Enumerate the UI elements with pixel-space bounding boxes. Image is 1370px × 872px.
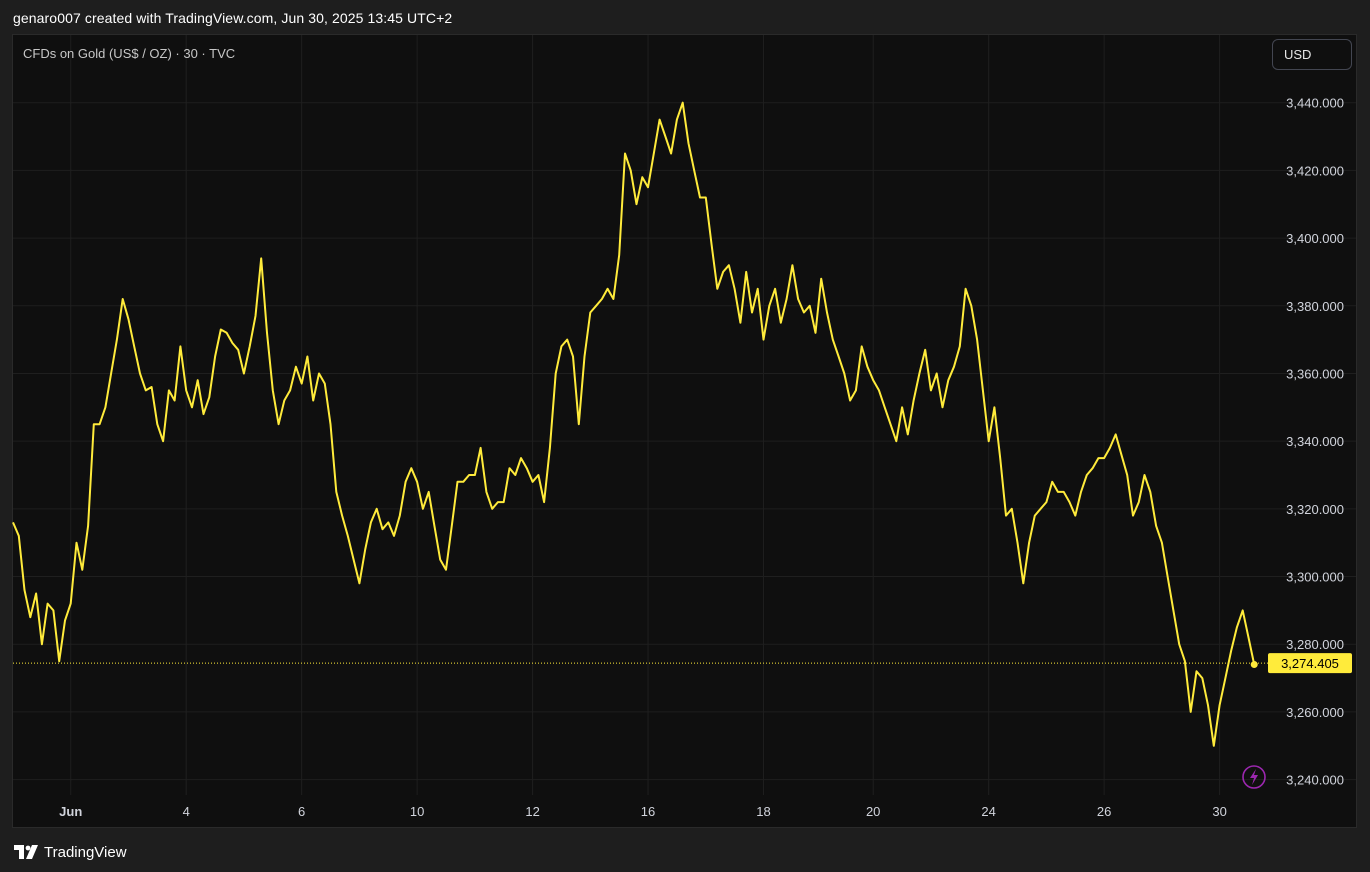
price-tick-label: 3,360.000 — [1286, 366, 1344, 381]
price-tick-label: 3,380.000 — [1286, 299, 1344, 314]
time-tick-label: 24 — [981, 804, 995, 819]
price-tick-label: 3,420.000 — [1286, 163, 1344, 178]
time-tick-label: Jun — [59, 804, 82, 819]
time-tick-label: 26 — [1097, 804, 1111, 819]
time-tick-label: 30 — [1212, 804, 1226, 819]
price-tick-label: 3,260.000 — [1286, 705, 1344, 720]
price-chart: 3,240.000 3,260.000 3,280.000 3,300.000 3,32… — [12, 35, 1356, 819]
price-line-series — [12, 101, 1256, 747]
last-price-dot — [1250, 661, 1258, 669]
price-tick-label: 3,240.000 — [1286, 773, 1344, 788]
time-tick-label: 16 — [641, 804, 655, 819]
footer-brand-label: TradingView — [44, 843, 127, 861]
time-tick-label: 6 — [298, 804, 305, 819]
price-axis: 3,240.000 3,260.000 3,280.000 3,300.000 3,32… — [1286, 96, 1344, 788]
lightning-icon[interactable] — [1242, 765, 1266, 789]
price-tick-label: 3,320.000 — [1286, 502, 1344, 517]
time-tick-label: 12 — [525, 804, 539, 819]
price-tick-label: 3,280.000 — [1286, 637, 1344, 652]
footer-brand[interactable]: TradingView — [14, 842, 127, 862]
price-tick-label: 3,300.000 — [1286, 570, 1344, 585]
price-tick-label: 3,400.000 — [1286, 231, 1344, 246]
currency-button[interactable]: USD — [1272, 39, 1352, 70]
time-tick-label: 10 — [410, 804, 424, 819]
symbol-label: CFDs on Gold (US$ / OZ) · 30 · TVC — [23, 46, 236, 61]
grid-lines — [13, 35, 1356, 795]
svg-text:3,274.405: 3,274.405 — [1281, 656, 1339, 671]
price-tick-label: 3,440.000 — [1286, 96, 1344, 111]
price-tick-label: 3,340.000 — [1286, 434, 1344, 449]
time-tick-label: 18 — [756, 804, 770, 819]
time-axis: Jun 4 6 10 12 16 18 20 24 26 30 — [59, 804, 1227, 819]
time-tick-label: 4 — [183, 804, 190, 819]
last-price-label: 3,274.405 — [1268, 653, 1352, 674]
tradingview-logo-icon — [14, 845, 38, 859]
time-tick-label: 20 — [866, 804, 880, 819]
